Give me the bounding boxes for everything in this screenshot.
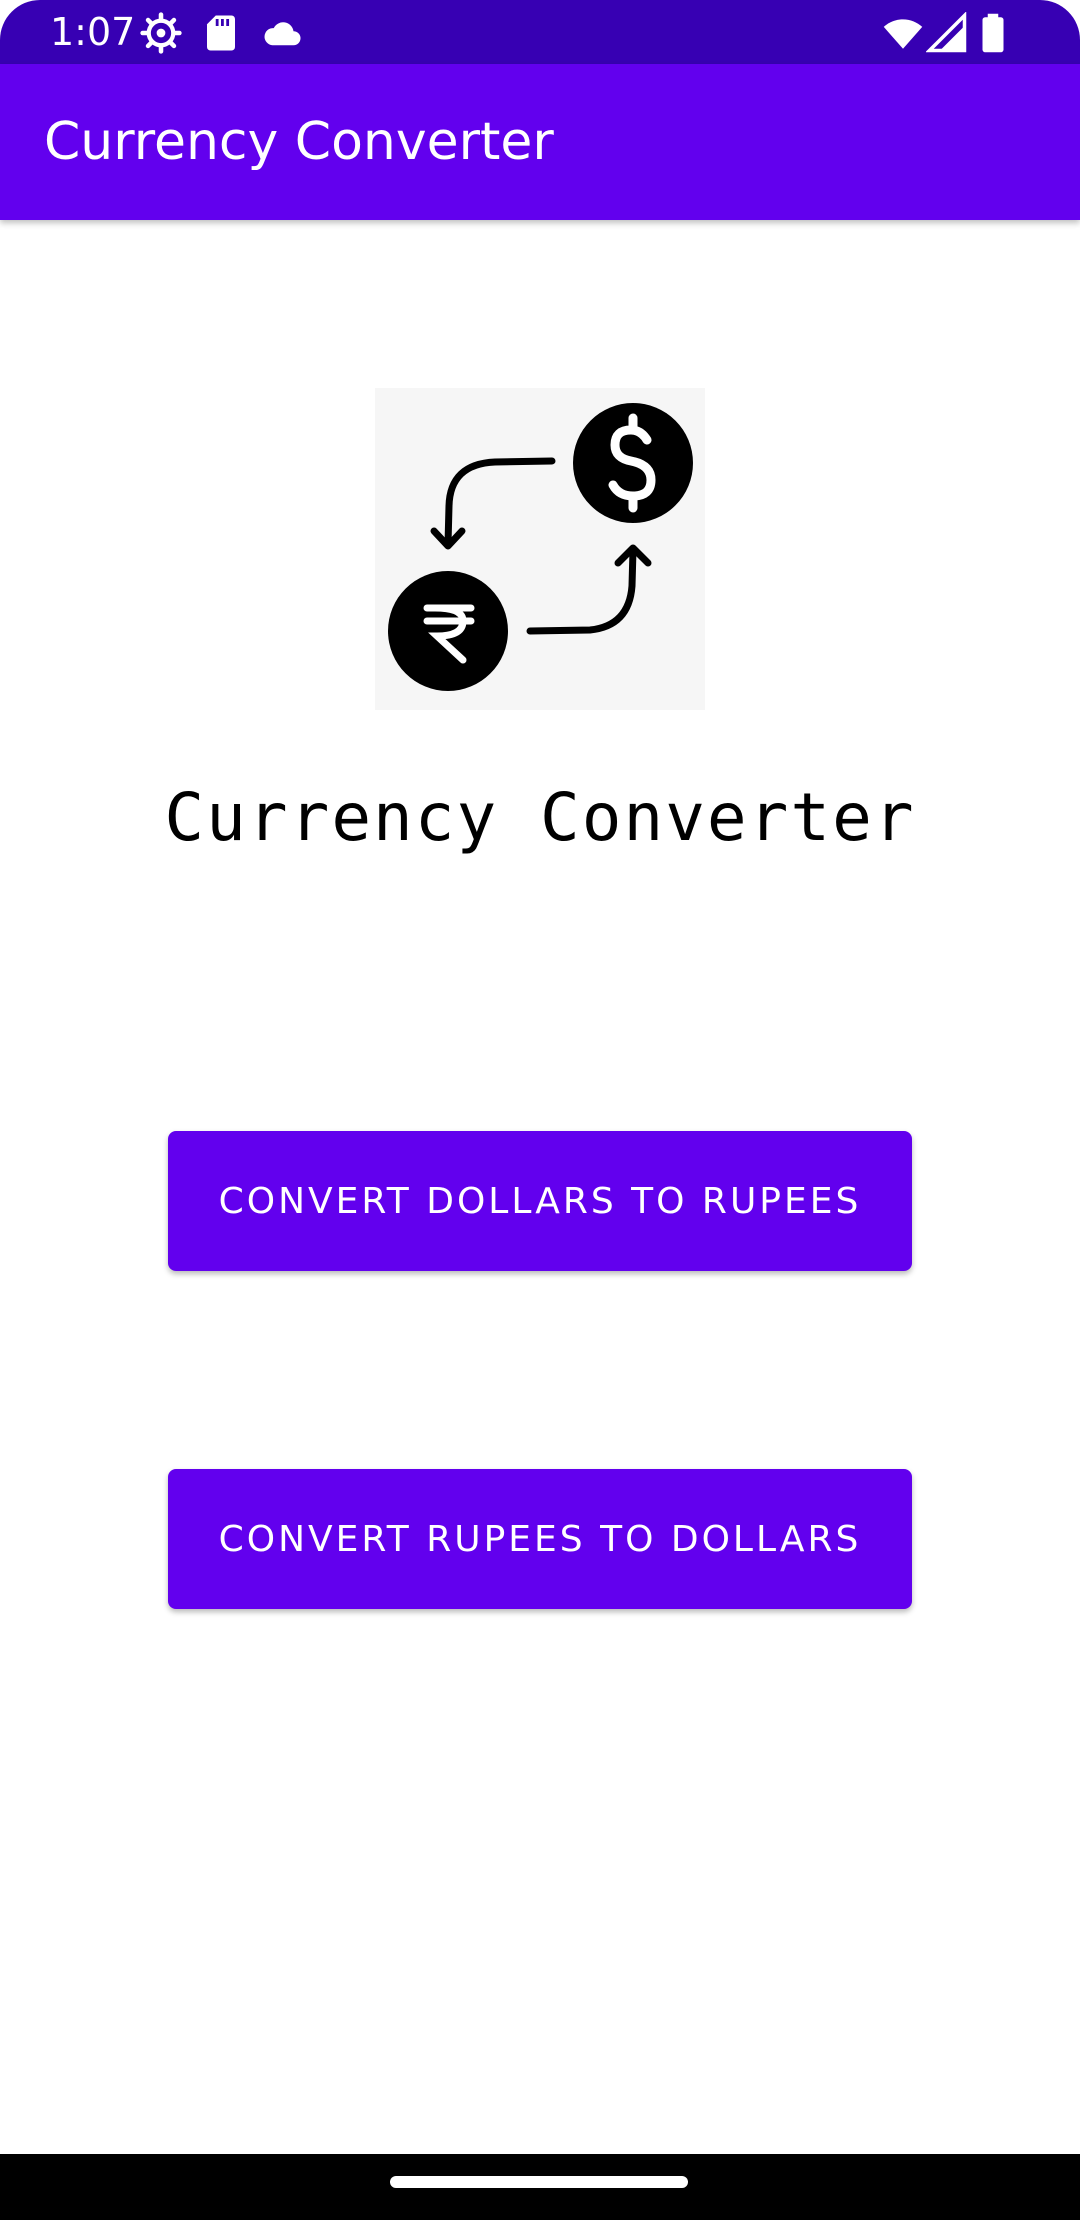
app-bar: Currency Converter <box>0 64 1080 220</box>
main-title: Currency Converter <box>164 779 916 856</box>
settings-gear-icon <box>140 12 182 54</box>
app-bar-title: Currency Converter <box>44 112 554 172</box>
status-bar: 1:07 <box>0 0 1080 64</box>
battery-icon <box>978 12 1008 54</box>
convert-rupees-to-dollars-button[interactable]: CONVERT RUPEES TO DOLLARS <box>168 1469 912 1609</box>
screen: 1:07 Currency Converter Currency Convert… <box>0 0 1080 2220</box>
wifi-icon <box>880 12 926 54</box>
cell-signal-icon <box>926 12 968 54</box>
currency-exchange-icon <box>375 388 705 710</box>
home-handle[interactable] <box>390 2176 688 2188</box>
status-time: 1:07 <box>50 10 136 54</box>
sd-card-icon <box>200 12 242 54</box>
cloud-icon <box>260 12 306 54</box>
convert-dollars-to-rupees-button[interactable]: CONVERT DOLLARS TO RUPEES <box>168 1131 912 1271</box>
